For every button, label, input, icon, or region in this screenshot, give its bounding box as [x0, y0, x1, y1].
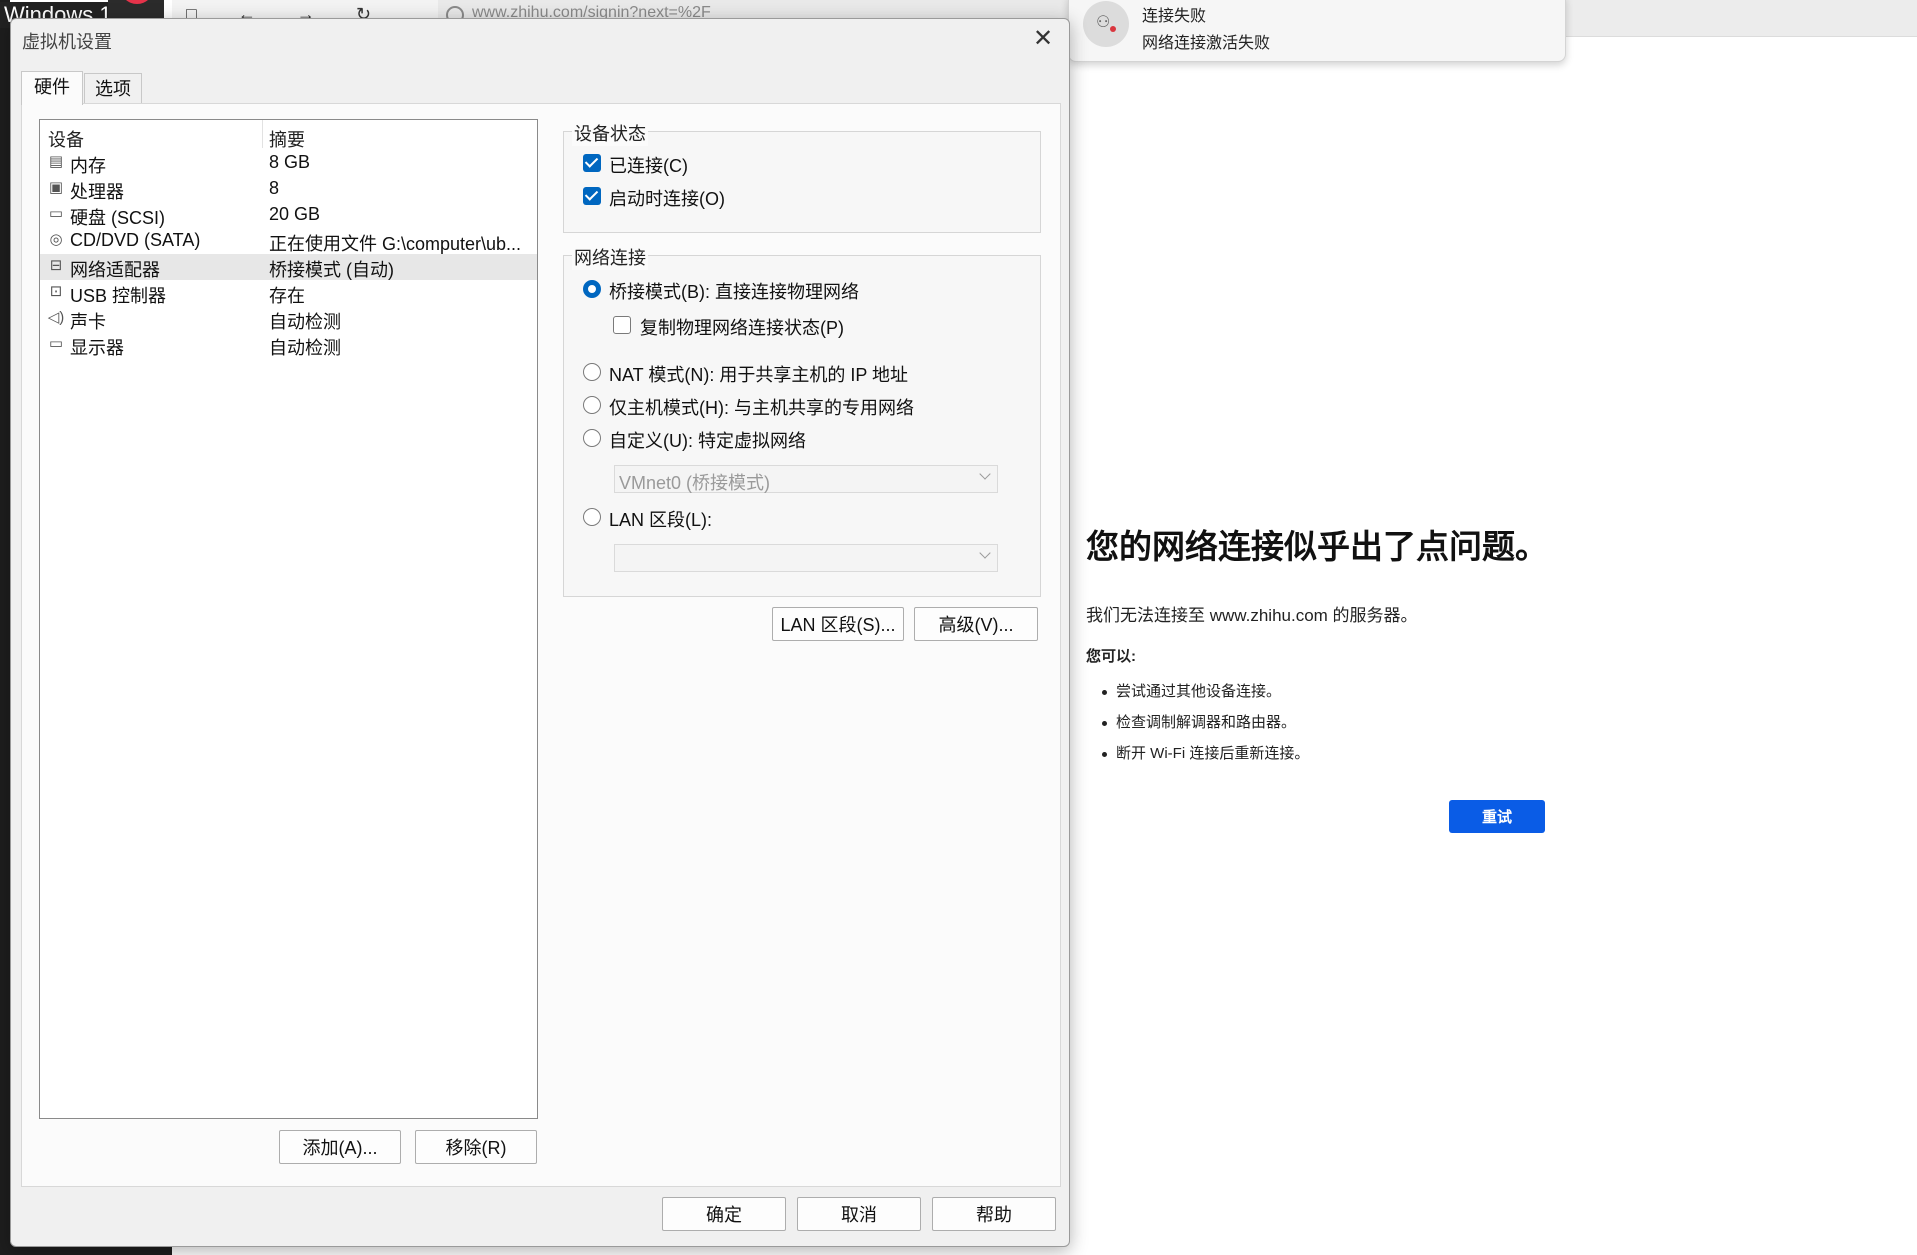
- close-icon[interactable]: ✕: [1029, 25, 1057, 53]
- device-name: USB 控制器: [70, 286, 167, 306]
- device-summary: 8: [269, 178, 280, 198]
- advanced-button[interactable]: 高级(V)...: [914, 607, 1038, 641]
- error-title: 您的网络连接似乎出了点问题。: [1086, 528, 1548, 565]
- app-icon: [108, 0, 164, 18]
- retry-button[interactable]: 重试: [1449, 800, 1545, 833]
- usb-icon: ⊡: [49, 283, 63, 300]
- tab-hardware[interactable]: 硬件: [21, 71, 83, 105]
- tab-options[interactable]: 选项: [84, 73, 142, 104]
- ok-button[interactable]: 确定: [662, 1197, 786, 1231]
- dialog-title: 虚拟机设置: [22, 32, 112, 52]
- cancel-button[interactable]: 取消: [797, 1197, 921, 1231]
- device-row[interactable]: ▣ 处理器 8: [40, 176, 537, 202]
- device-name: 硬盘 (SCSI): [70, 208, 166, 228]
- device-summary: 自动检测: [269, 312, 341, 332]
- bridged-label[interactable]: 桥接模式(B): 直接连接物理网络: [609, 278, 859, 304]
- device-summary: 正在使用文件 G:\computer\ub...: [269, 234, 522, 254]
- connect-at-power-on-label[interactable]: 启动时连接(O): [609, 185, 725, 211]
- device-summary: 自动检测: [269, 338, 341, 358]
- toast-message: 网络连接激活失败: [1142, 35, 1271, 52]
- device-row[interactable]: ▭ 硬盘 (SCSI) 20 GB: [40, 202, 537, 228]
- bridged-radio[interactable]: [583, 280, 601, 298]
- error-suggestions: 尝试通过其他设备连接。 检查调制解调器和路由器。 断开 Wi-Fi 连接后重新连…: [1086, 681, 1309, 774]
- cd-dvd-icon: ◎: [49, 231, 63, 248]
- custom-network-select[interactable]: VMnet0 (桥接模式): [614, 465, 998, 493]
- suggestion-item: 检查调制解调器和路由器。: [1086, 712, 1309, 743]
- device-summary: 8 GB: [269, 152, 311, 172]
- chevron-down-icon: [979, 468, 991, 480]
- device-row[interactable]: ⊡ USB 控制器 存在: [40, 280, 537, 307]
- custom-network-value: VMnet0 (桥接模式): [619, 473, 771, 493]
- replicate-state-label[interactable]: 复制物理网络连接状态(P): [640, 314, 844, 340]
- custom-label[interactable]: 自定义(U): 特定虚拟网络: [609, 427, 806, 453]
- device-name: 内存: [70, 156, 106, 176]
- device-summary: 桥接模式 (自动): [269, 260, 394, 280]
- connected-label[interactable]: 已连接(C): [609, 152, 688, 178]
- speaker-icon: ◁): [47, 309, 65, 326]
- column-divider: [262, 120, 263, 148]
- nat-label[interactable]: NAT 模式(N): 用于共享主机的 IP 地址: [609, 361, 908, 387]
- device-row[interactable]: ◎ CD/DVD (SATA) 正在使用文件 G:\computer\ub...: [40, 228, 537, 254]
- lan-segments-button[interactable]: LAN 区段(S)...: [772, 607, 904, 641]
- error-you-can: 您可以:: [1086, 648, 1136, 665]
- device-row[interactable]: ▭ 显示器 自动检测: [40, 332, 537, 359]
- host-only-radio[interactable]: [583, 396, 601, 414]
- device-name: 处理器: [70, 182, 124, 202]
- lan-segment-radio[interactable]: [583, 508, 601, 526]
- notification-toast[interactable]: ⚇ 连接失败 网络连接激活失败: [1068, 0, 1566, 62]
- device-list[interactable]: 设备 摘要 ▤ 内存 8 GB ▣ 处理器 8 ▭ 硬盘 (SCSI) 20 G…: [39, 119, 538, 1119]
- error-description: 我们无法连接至 www.zhihu.com 的服务器。: [1086, 606, 1418, 625]
- device-row-selected[interactable]: ⊟ 网络适配器 桥接模式 (自动): [40, 254, 537, 280]
- network-connection-legend: 网络连接: [572, 244, 648, 270]
- device-summary: 20 GB: [269, 204, 321, 224]
- device-status-legend: 设备状态: [572, 120, 648, 146]
- device-name: 显示器: [70, 338, 124, 358]
- desktop-edge: [0, 0, 10, 1255]
- help-button[interactable]: 帮助: [932, 1197, 1056, 1231]
- connected-checkbox[interactable]: [583, 154, 601, 172]
- cpu-icon: ▣: [48, 179, 64, 196]
- vm-settings-dialog: 虚拟机设置 ✕ 硬件 选项 设备 摘要 ▤ 内存 8 GB ▣ 处理器 8 ▭ …: [10, 18, 1070, 1247]
- hard-disk-icon: ▭: [48, 205, 64, 222]
- remove-device-button[interactable]: 移除(R): [415, 1130, 537, 1164]
- column-device[interactable]: 设备: [48, 126, 84, 152]
- suggestion-item: 尝试通过其他设备连接。: [1086, 681, 1309, 712]
- host-only-label[interactable]: 仅主机模式(H): 与主机共享的专用网络: [609, 394, 914, 420]
- network-error-icon: ⚇: [1083, 1, 1129, 47]
- suggestion-item: 断开 Wi-Fi 连接后重新连接。: [1086, 743, 1309, 774]
- device-row[interactable]: ◁) 声卡 自动检测: [40, 306, 537, 333]
- network-connection-group: 网络连接 桥接模式(B): 直接连接物理网络 复制物理网络连接状态(P) NAT…: [563, 244, 1041, 597]
- nat-radio[interactable]: [583, 363, 601, 381]
- lan-segment-select[interactable]: [614, 544, 998, 572]
- add-device-button[interactable]: 添加(A)...: [279, 1130, 401, 1164]
- device-row[interactable]: ▤ 内存 8 GB: [40, 150, 537, 176]
- lan-segment-label[interactable]: LAN 区段(L):: [609, 506, 712, 532]
- browser-toolbar-right: [1563, 0, 1917, 37]
- toast-title: 连接失败: [1142, 8, 1207, 25]
- custom-radio[interactable]: [583, 429, 601, 447]
- chevron-down-icon: [979, 547, 991, 559]
- device-summary: 存在: [269, 286, 305, 306]
- connect-at-power-on-checkbox[interactable]: [583, 187, 601, 205]
- memory-icon: ▤: [48, 153, 64, 170]
- device-name: CD/DVD (SATA): [70, 230, 201, 250]
- monitor-icon: ▭: [48, 335, 64, 352]
- replicate-state-checkbox[interactable]: [613, 316, 631, 334]
- device-name: 声卡: [70, 312, 106, 332]
- network-adapter-icon: ⊟: [49, 257, 63, 274]
- column-summary[interactable]: 摘要: [269, 126, 305, 152]
- device-status-group: 设备状态 已连接(C) 启动时连接(O): [563, 120, 1041, 233]
- device-name: 网络适配器: [70, 260, 160, 280]
